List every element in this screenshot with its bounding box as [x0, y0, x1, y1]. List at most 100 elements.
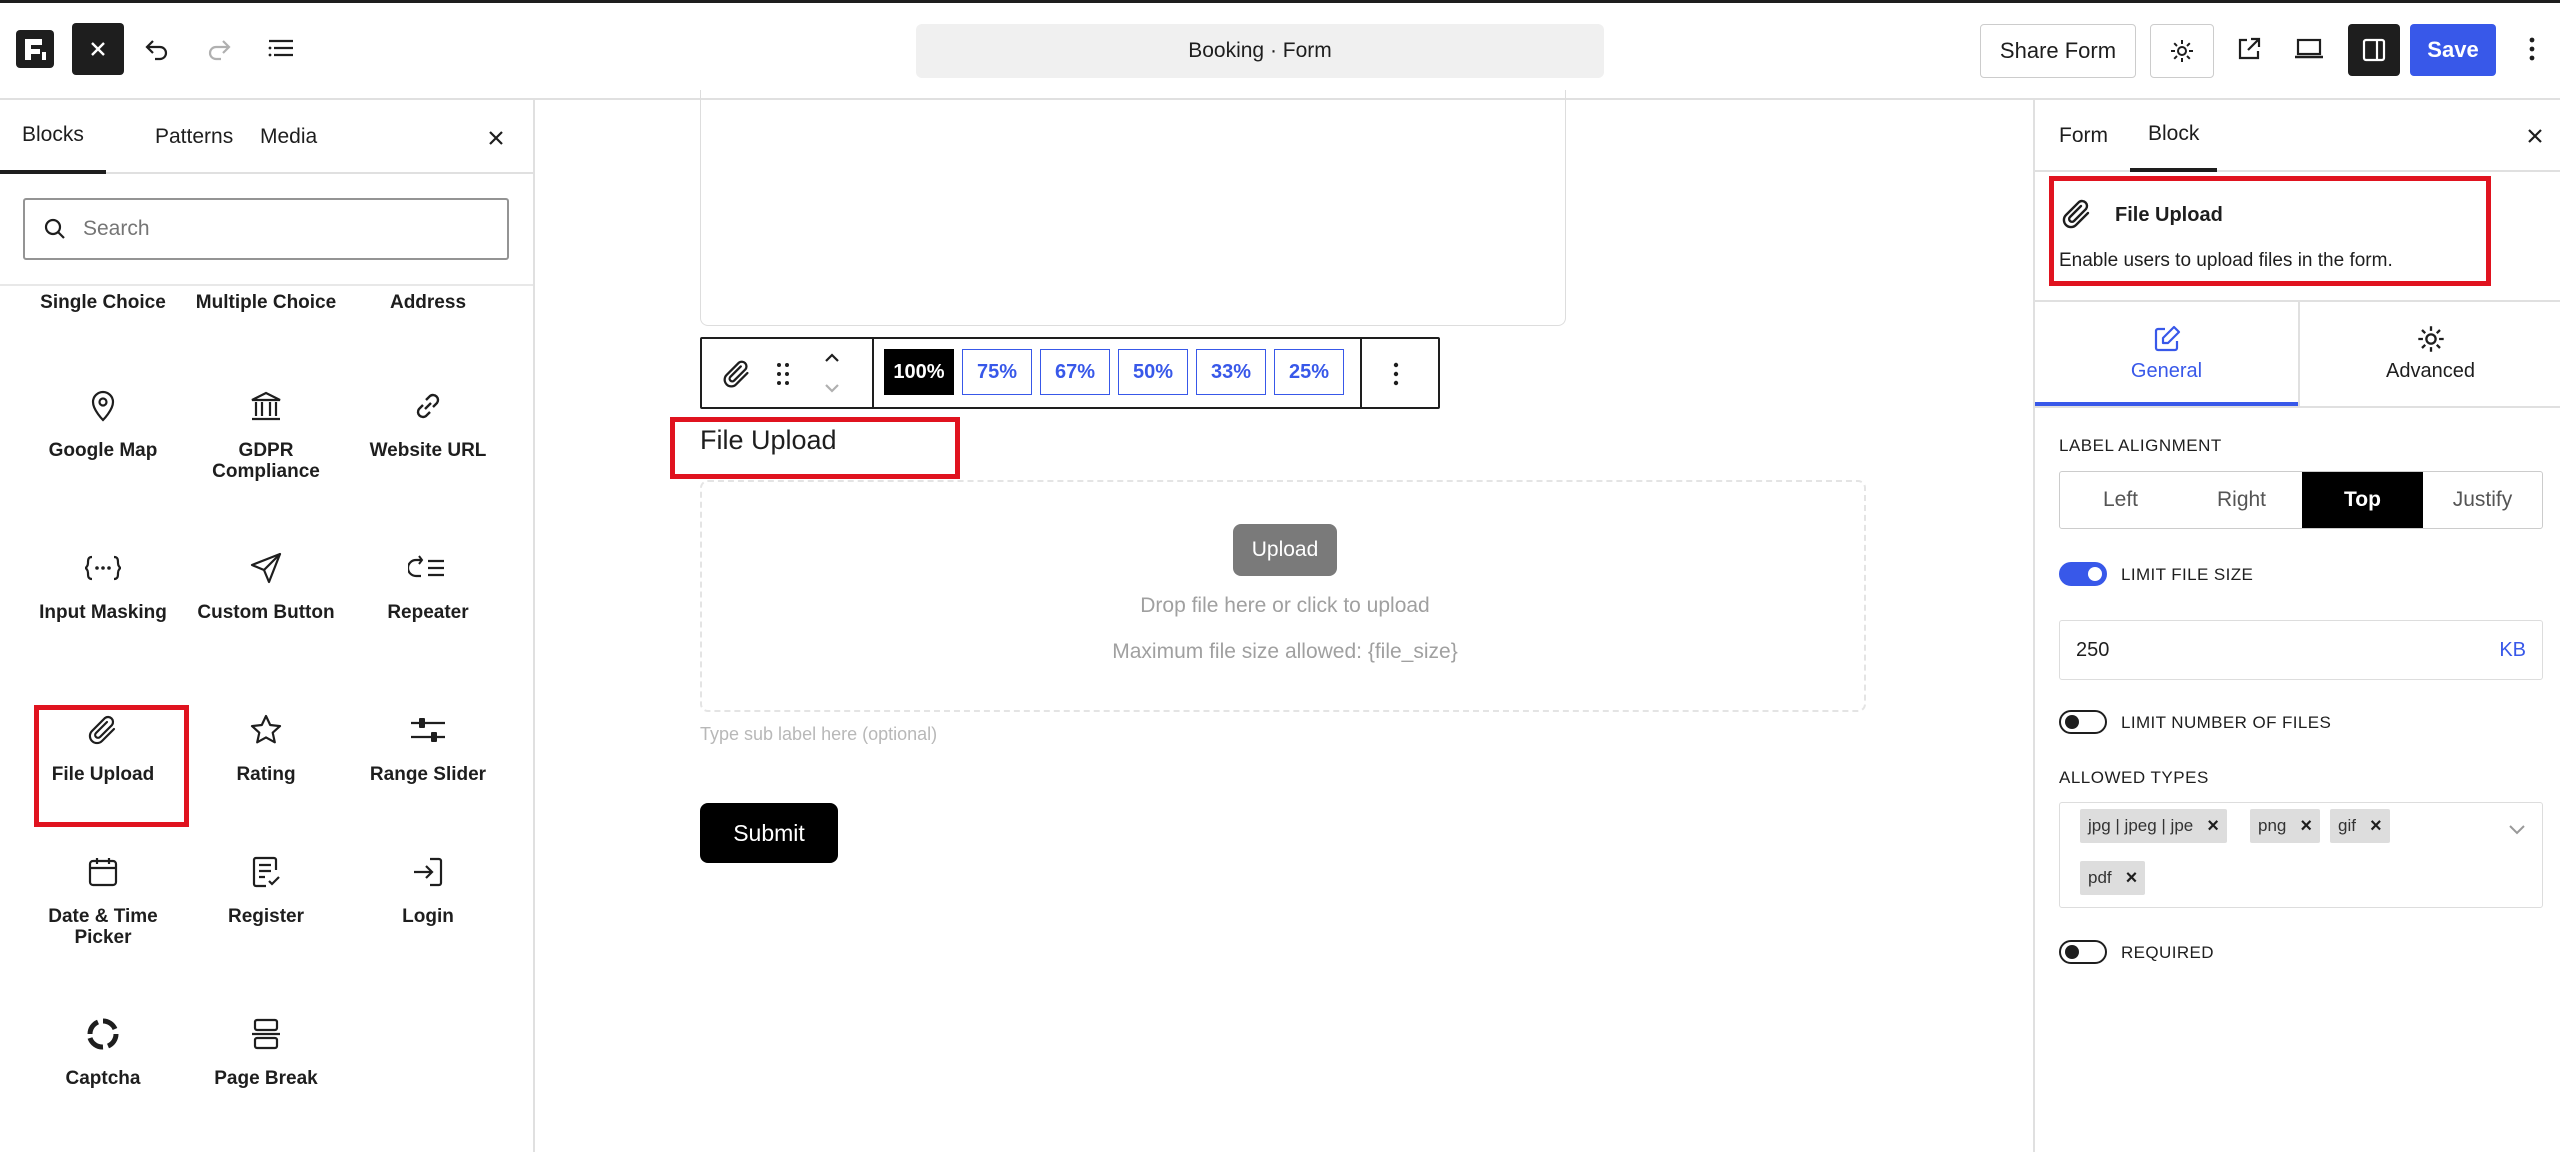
paperclip-icon[interactable]: [720, 357, 754, 391]
close-icon[interactable]: [2519, 120, 2551, 152]
label-alignment-title: LABEL ALIGNMENT: [2059, 436, 2222, 455]
block-repeater[interactable]: Repeater: [348, 548, 508, 623]
file-size-input[interactable]: 250 KB: [2059, 620, 2543, 680]
tab-patterns[interactable]: Patterns: [133, 100, 255, 174]
undo-icon[interactable]: [134, 26, 180, 72]
width-option-50[interactable]: 50%: [1118, 349, 1188, 395]
block-custom-button[interactable]: Custom Button: [186, 548, 346, 623]
tab-advanced-label: Advanced: [2386, 360, 2475, 382]
block-website-url[interactable]: Website URL: [348, 386, 508, 461]
page-break-icon: [246, 1014, 286, 1054]
allowed-types-select[interactable]: jpg | jpeg | jpe × png × gif × pdf ×: [2059, 802, 2543, 908]
block-label: Custom Button: [197, 602, 335, 623]
block-label: Register: [227, 906, 305, 927]
highlight-field-label: [670, 417, 960, 479]
max-file-size-text: Maximum file size allowed: {file_size}: [1112, 640, 1458, 663]
link-icon: [408, 386, 448, 426]
block-input-masking[interactable]: Input Masking: [23, 548, 183, 623]
limit-number-of-files-toggle[interactable]: [2059, 710, 2107, 734]
settings-gear-button[interactable]: [2150, 24, 2214, 78]
block-label: Login: [402, 906, 454, 927]
remove-chip-icon[interactable]: ×: [2207, 815, 2219, 838]
width-option-67[interactable]: 67%: [1040, 349, 1110, 395]
save-button[interactable]: Save: [2410, 24, 2496, 76]
width-option-100[interactable]: 100%: [884, 349, 954, 395]
tab-form[interactable]: Form: [2059, 100, 2108, 172]
align-right-option[interactable]: Right: [2181, 472, 2302, 528]
limit-file-size-label: LIMIT FILE SIZE: [2121, 565, 2254, 584]
map-pin-icon: [83, 386, 123, 426]
sidebar-icon: [2362, 38, 2386, 62]
previous-field-box[interactable]: [700, 90, 1566, 326]
sidebar-toggle-button[interactable]: [2348, 24, 2400, 76]
chevron-down-icon[interactable]: [2508, 823, 2526, 835]
drag-handle-icon[interactable]: [776, 361, 790, 387]
block-options-icon[interactable]: [1392, 361, 1400, 387]
block-date-time-picker[interactable]: Date & Time Picker: [23, 852, 183, 948]
submit-button[interactable]: Submit: [700, 803, 838, 863]
block-multiple-choice[interactable]: Multiple Choice: [186, 292, 346, 313]
block-rating[interactable]: Rating: [186, 710, 346, 785]
file-size-unit[interactable]: KB: [2499, 639, 2526, 662]
toggle-knob: [2065, 715, 2079, 729]
search-input[interactable]: [83, 217, 483, 241]
move-up-icon[interactable]: [822, 351, 842, 365]
block-register[interactable]: Register: [186, 852, 346, 927]
remove-chip-icon[interactable]: ×: [2370, 815, 2382, 838]
star-icon: [246, 710, 286, 750]
align-left-option[interactable]: Left: [2060, 472, 2181, 528]
app-logo-icon[interactable]: [16, 30, 54, 68]
calendar-icon: [83, 852, 123, 892]
align-top-option[interactable]: Top: [2302, 472, 2423, 528]
block-gdpr-compliance[interactable]: GDPR Compliance: [186, 386, 346, 482]
external-link-icon[interactable]: [2226, 26, 2272, 72]
required-toggle[interactable]: [2059, 940, 2107, 964]
width-options-group: 100% 75% 67% 50% 33% 25%: [874, 339, 1362, 407]
close-icon[interactable]: [480, 122, 512, 154]
tab-blocks[interactable]: Blocks: [0, 100, 106, 174]
required-label: REQUIRED: [2121, 943, 2214, 962]
desktop-preview-icon[interactable]: [2286, 26, 2332, 72]
tab-advanced[interactable]: Advanced: [2299, 302, 2560, 406]
top-toolbar: Booking · Form Share Form Save: [0, 0, 2560, 100]
block-login[interactable]: Login: [348, 852, 508, 927]
tab-block[interactable]: Block: [2130, 100, 2218, 172]
width-option-33[interactable]: 33%: [1196, 349, 1266, 395]
bank-icon: [246, 386, 286, 426]
share-form-button[interactable]: Share Form: [1980, 24, 2136, 78]
block-settings-tabs: General Advanced: [2035, 302, 2560, 408]
file-drop-zone[interactable]: Upload Drop file here or click to upload…: [700, 480, 1866, 712]
remove-chip-icon[interactable]: ×: [2300, 815, 2312, 838]
width-option-75[interactable]: 75%: [962, 349, 1032, 395]
upload-button[interactable]: Upload: [1233, 524, 1337, 576]
document-overview-icon[interactable]: [258, 26, 304, 72]
block-google-map[interactable]: Google Map: [23, 386, 183, 461]
block-address[interactable]: Address: [348, 292, 508, 313]
width-option-25[interactable]: 25%: [1274, 349, 1344, 395]
block-range-slider[interactable]: Range Slider: [348, 710, 508, 785]
tab-general-label: General: [2130, 360, 2203, 382]
move-down-icon[interactable]: [822, 381, 842, 395]
inserter-tabs: Blocks Patterns Media: [0, 100, 533, 174]
redo-icon[interactable]: [196, 26, 242, 72]
block-captcha[interactable]: Captcha: [23, 1014, 183, 1089]
gear-icon: [2171, 40, 2193, 62]
type-chip-label: gif: [2338, 816, 2356, 835]
block-page-break[interactable]: Page Break: [186, 1014, 346, 1089]
block-single-choice[interactable]: Single Choice: [23, 292, 183, 313]
more-options-icon[interactable]: [2512, 26, 2552, 72]
sub-label-placeholder[interactable]: Type sub label here (optional): [700, 724, 937, 745]
close-inserter-button[interactable]: [72, 23, 124, 75]
type-chip: pdf ×: [2080, 861, 2146, 895]
align-justify-option[interactable]: Justify: [2422, 472, 2543, 528]
tab-general[interactable]: General: [2035, 302, 2298, 406]
document-title[interactable]: Booking · Form: [916, 24, 1604, 78]
remove-chip-icon[interactable]: ×: [2126, 867, 2138, 890]
search-icon: [44, 218, 65, 239]
tab-media[interactable]: Media: [238, 100, 339, 174]
repeater-icon: [408, 548, 448, 588]
block-label: Date & Time Picker: [48, 906, 158, 948]
type-chip: png ×: [2250, 809, 2321, 843]
limit-file-size-toggle[interactable]: [2059, 562, 2107, 586]
block-label: Website URL: [369, 440, 487, 461]
